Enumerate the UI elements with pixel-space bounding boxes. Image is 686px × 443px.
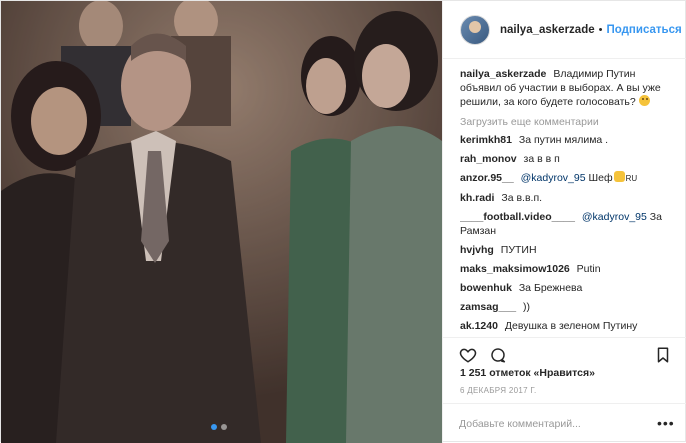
comment-username[interactable]: maks_maksimow1026	[460, 263, 570, 275]
post-date[interactable]: 6 ДЕКАБРЯ 2017 Г.	[460, 386, 537, 395]
heart-icon[interactable]	[459, 346, 477, 364]
comment-username[interactable]: ak.1240	[460, 320, 498, 332]
carousel-indicator	[211, 424, 227, 430]
comment-username[interactable]: bowenhuk	[460, 282, 512, 294]
comment-text: Шеф	[588, 172, 613, 184]
comment-icon[interactable]	[489, 346, 507, 364]
comment-item: zamsag___ ))	[460, 300, 678, 314]
comment-username[interactable]: hvjvhg	[460, 244, 494, 256]
add-comment-bar: •••	[443, 403, 686, 443]
comment-username[interactable]: zamsag___	[460, 301, 516, 313]
post-photo[interactable]	[1, 1, 442, 443]
bookmark-icon[interactable]	[654, 346, 672, 364]
comment-username[interactable]: rah_monov	[460, 153, 517, 165]
thumbs-up-emoji-icon	[613, 171, 625, 182]
caption-username[interactable]: nailya_askerzade	[460, 68, 546, 80]
comment-text: ))	[522, 301, 530, 313]
comment-text: за в в п	[523, 153, 560, 165]
comment-item: kerimkh81 За путин мялима .	[460, 133, 678, 147]
comment-username[interactable]: kh.radi	[460, 192, 494, 204]
carousel-dot-active	[211, 424, 217, 430]
comment-item: kh.radi За в.в.п.	[460, 191, 678, 205]
post-side-panel: nailya_askerzade • Подписаться nailya_as…	[442, 1, 686, 443]
more-options-icon[interactable]: •••	[657, 416, 675, 430]
comment-item: hvjvhg ПУТИН	[460, 243, 678, 257]
comment-text: Putin	[576, 263, 601, 275]
load-more-comments-button[interactable]: Загрузить еще комментарии	[460, 115, 678, 129]
comment-text: За в.в.п.	[501, 192, 543, 204]
comment-input[interactable]	[459, 415, 649, 433]
comment-mention[interactable]: @kadyrov_95	[582, 211, 647, 223]
header-separator: •	[598, 23, 603, 36]
comments-list[interactable]: nailya_askerzade Владимир Путин объявил …	[460, 67, 678, 332]
comment-text: ПУТИН	[500, 244, 537, 256]
post-actions-bar	[443, 337, 686, 367]
flag-ru-text: RU	[625, 174, 638, 183]
likes-count[interactable]: 1 251 отметок «Нравится»	[460, 367, 595, 379]
comment-text: За путин мялима .	[518, 134, 609, 146]
comment-item: bowenhuk За Брежнева	[460, 281, 678, 295]
comment-item: anzor.95__ @kadyrov_95 Шеф RU	[460, 171, 678, 186]
photo-scene	[1, 1, 442, 443]
follow-button[interactable]: Подписаться	[606, 24, 681, 36]
comment-username[interactable]: anzor.95__	[460, 172, 514, 184]
carousel-dot	[221, 424, 227, 430]
post-caption: nailya_askerzade Владимир Путин объявил …	[460, 67, 678, 109]
comment-item: ak.1240 Девушка в зеленом Путину трицепс…	[460, 319, 678, 332]
avatar[interactable]	[460, 14, 490, 45]
instagram-post: nailya_askerzade • Подписаться nailya_as…	[0, 0, 686, 443]
thinking-emoji-icon	[638, 95, 650, 106]
comment-text: За Брежнева	[518, 282, 583, 294]
comment-item: ____football.video____ @kadyrov_95 За Ра…	[460, 210, 678, 238]
post-header: nailya_askerzade • Подписаться	[443, 1, 686, 59]
comment-item: maks_maksimow1026 Putin	[460, 262, 678, 276]
header-username[interactable]: nailya_askerzade	[500, 24, 595, 36]
comment-username[interactable]: ____football.video____	[460, 211, 575, 223]
comment-item: rah_monov за в в п	[460, 152, 678, 166]
comment-mention[interactable]: @kadyrov_95	[521, 172, 586, 184]
comment-username[interactable]: kerimkh81	[460, 134, 512, 146]
